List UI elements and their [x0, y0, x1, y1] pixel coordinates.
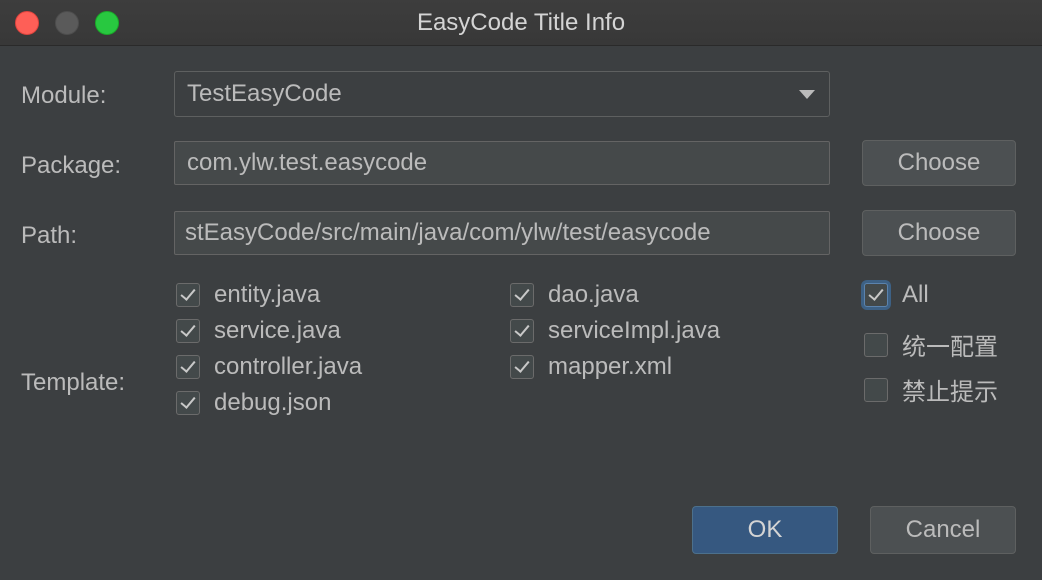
template-checkbox-label: entity.java	[214, 281, 321, 308]
checkbox-icon[interactable]	[510, 319, 534, 343]
module-value: TestEasyCode	[187, 80, 342, 107]
template-checkbox-label: mapper.xml	[548, 353, 673, 380]
checkbox-icon[interactable]	[176, 283, 200, 307]
template-checkbox-controller[interactable]: controller.java	[176, 353, 362, 381]
checkbox-icon[interactable]	[864, 332, 888, 357]
template-checkbox-label: serviceImpl.java	[548, 317, 721, 344]
template-checkbox-service[interactable]: service.java	[176, 317, 341, 345]
choose-package-button[interactable]: Choose	[862, 140, 1016, 186]
path-label: Path:	[21, 222, 78, 249]
all-checkbox-label: All	[902, 281, 929, 308]
template-checkbox-dao[interactable]: dao.java	[510, 281, 639, 309]
checkbox-icon[interactable]	[864, 377, 888, 402]
checkbox-icon[interactable]	[176, 391, 200, 415]
disable-prompt-checkbox-label: 禁止提示	[902, 379, 998, 406]
choose-path-button[interactable]: Choose	[862, 210, 1016, 256]
unified-config-checkbox[interactable]: 统一配置	[864, 327, 998, 362]
disable-prompt-checkbox[interactable]: 禁止提示	[864, 372, 998, 407]
package-value: com.ylw.test.easycode	[187, 149, 428, 176]
window-title: EasyCode Title Info	[416, 9, 626, 36]
package-label: Package:	[21, 152, 122, 179]
checkbox-icon[interactable]	[510, 355, 534, 379]
module-select[interactable]: TestEasyCode	[174, 71, 830, 117]
template-checkbox-serviceimpl[interactable]: serviceImpl.java	[510, 317, 720, 345]
title-bar: EasyCode Title Info	[0, 0, 1042, 46]
chevron-down-icon	[799, 90, 815, 99]
cancel-button[interactable]: Cancel	[870, 506, 1016, 554]
module-label: Module:	[21, 82, 107, 109]
package-input[interactable]: com.ylw.test.easycode	[174, 141, 830, 185]
template-checkbox-label: debug.json	[214, 389, 332, 416]
all-checkbox[interactable]: All	[864, 281, 929, 309]
template-checkbox-label: dao.java	[548, 281, 639, 308]
checkbox-icon[interactable]	[176, 319, 200, 343]
path-value: stEasyCode/src/main/java/com/ylw/test/ea…	[185, 219, 711, 246]
unified-config-checkbox-label: 统一配置	[902, 334, 998, 361]
template-checkbox-entity[interactable]: entity.java	[176, 281, 320, 309]
checkbox-icon[interactable]	[864, 283, 888, 307]
template-checkbox-label: service.java	[214, 317, 341, 344]
checkbox-icon[interactable]	[176, 355, 200, 379]
template-checkbox-mapper[interactable]: mapper.xml	[510, 353, 672, 381]
checkbox-icon[interactable]	[510, 283, 534, 307]
path-input[interactable]: stEasyCode/src/main/java/com/ylw/test/ea…	[174, 211, 830, 255]
template-checkbox-label: controller.java	[214, 353, 363, 380]
template-label: Template:	[21, 369, 126, 396]
template-checkbox-debug[interactable]: debug.json	[176, 389, 331, 417]
ok-button[interactable]: OK	[692, 506, 838, 554]
